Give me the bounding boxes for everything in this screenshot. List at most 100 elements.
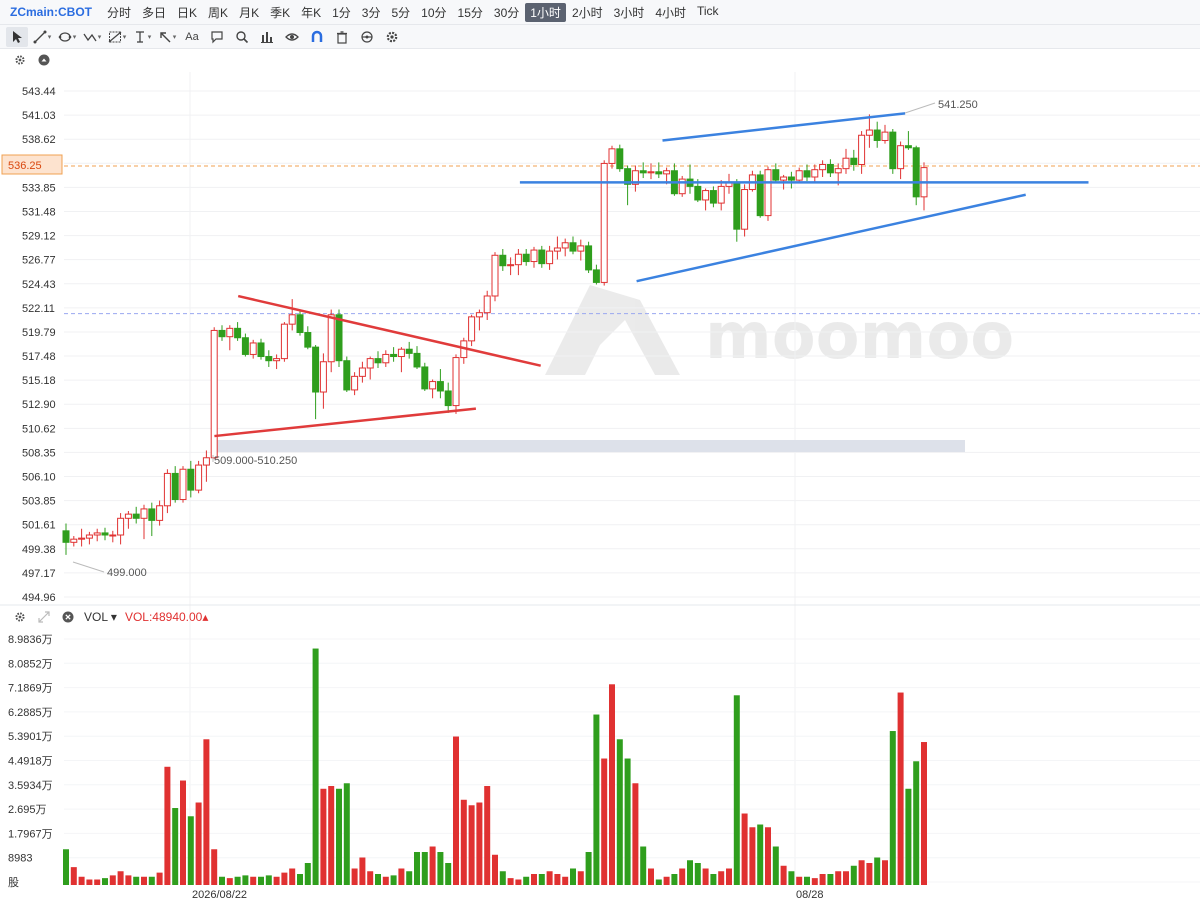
volume-bar — [125, 875, 132, 885]
volume-bar — [328, 786, 335, 885]
volume-settings-icon[interactable] — [12, 609, 28, 625]
volume-bar — [601, 758, 608, 885]
volume-bar — [702, 868, 709, 885]
volume-bar — [913, 761, 920, 885]
candle — [483, 290, 491, 320]
candle-body — [241, 337, 249, 355]
candle-body — [109, 534, 117, 537]
resistance-trendline[interactable] — [662, 112, 906, 142]
volume-tick: 2.695万 — [8, 804, 47, 816]
volume-bar — [336, 788, 342, 885]
candle — [764, 166, 772, 221]
price-tick: 508.35 — [22, 447, 56, 459]
candle-body — [390, 353, 398, 358]
candle — [444, 382, 452, 413]
close-icon[interactable] — [60, 609, 76, 625]
candle-body — [912, 147, 920, 198]
support-trendline[interactable] — [636, 193, 1026, 283]
candle — [117, 513, 125, 545]
volume-bar — [811, 878, 818, 885]
watermark: moomoo — [545, 285, 1014, 375]
candle-body — [795, 170, 803, 181]
candle — [202, 450, 210, 482]
volume-bar — [850, 865, 857, 885]
volume-bar — [507, 878, 514, 885]
volume-indicator-selector[interactable]: VOL ▾ — [84, 610, 117, 624]
volume-bar — [102, 878, 108, 885]
candle-body — [397, 348, 405, 358]
volume-bar — [921, 742, 927, 885]
price-tick: 499.38 — [22, 544, 56, 556]
candle-body — [803, 170, 811, 178]
volume-bar — [796, 876, 803, 885]
candle-body — [234, 327, 242, 339]
candle — [639, 162, 647, 179]
volume-bar — [133, 876, 140, 885]
candle — [842, 148, 850, 174]
candle — [382, 350, 390, 367]
candle-body — [717, 185, 725, 204]
watermark-text: moomoo — [705, 300, 1014, 374]
price-tick: 529.12 — [22, 231, 56, 243]
candle — [241, 333, 249, 357]
candle — [865, 114, 873, 148]
volume-bar — [250, 876, 257, 885]
candle — [577, 239, 585, 261]
volume-bar — [780, 865, 787, 885]
candle-body — [530, 249, 538, 263]
svg-text:2026/08/22: 2026/08/22 — [192, 889, 247, 901]
volume-bar — [492, 854, 498, 885]
candle — [234, 322, 242, 341]
volume-bar — [835, 871, 842, 885]
candle-body — [772, 169, 780, 181]
candle — [616, 144, 624, 172]
volume-bar — [718, 871, 725, 885]
candle-body — [335, 314, 343, 362]
price-tick: 506.10 — [22, 472, 56, 484]
candle-body — [351, 375, 359, 391]
price-tick: 526.77 — [22, 255, 56, 267]
volume-tick: 6.2885万 — [8, 707, 53, 719]
price-tick: 524.43 — [22, 279, 56, 291]
candle — [62, 523, 70, 555]
volume-bar — [281, 872, 288, 885]
volume-bar — [172, 808, 179, 885]
volume-bar — [554, 874, 561, 885]
expand-icon[interactable] — [36, 609, 52, 625]
range-annotation: 509.000-510.250 — [212, 455, 297, 467]
volume-bar — [343, 783, 350, 885]
volume-bar — [733, 695, 740, 885]
chart-area[interactable]: moomoo 543.44 541.03 538.62 533.85 531.48 529… — [0, 0, 1200, 909]
triangle-lower-line[interactable] — [214, 407, 477, 438]
candle — [897, 141, 905, 180]
volume-tick: 股 — [8, 876, 19, 889]
candle — [538, 245, 546, 268]
candle — [358, 361, 366, 383]
candle — [257, 338, 265, 360]
candle-body — [780, 176, 788, 181]
candle — [179, 466, 187, 503]
volume-bar — [663, 876, 670, 885]
candle-body — [897, 145, 905, 170]
volume-bar — [562, 876, 569, 885]
volume-bar — [749, 827, 756, 885]
candle — [678, 175, 686, 197]
price-tick: 543.44 — [22, 86, 56, 98]
volume-bar — [655, 879, 662, 885]
volume-bar — [156, 872, 163, 885]
range-band — [212, 440, 965, 452]
volume-tick: 8.0852万 — [8, 658, 53, 670]
candle-body — [553, 247, 561, 252]
candle-body — [140, 508, 148, 519]
volume-bar — [86, 879, 93, 885]
volume-bar — [804, 876, 810, 885]
candle-body — [546, 250, 554, 265]
volume-tick: 8983 — [8, 853, 32, 865]
candle-body — [327, 314, 335, 363]
candle — [624, 165, 632, 206]
volume-bar — [390, 875, 397, 885]
volume-bar — [515, 879, 522, 885]
candle-body — [889, 131, 897, 170]
volume-bar — [741, 813, 748, 885]
candle — [374, 351, 382, 369]
